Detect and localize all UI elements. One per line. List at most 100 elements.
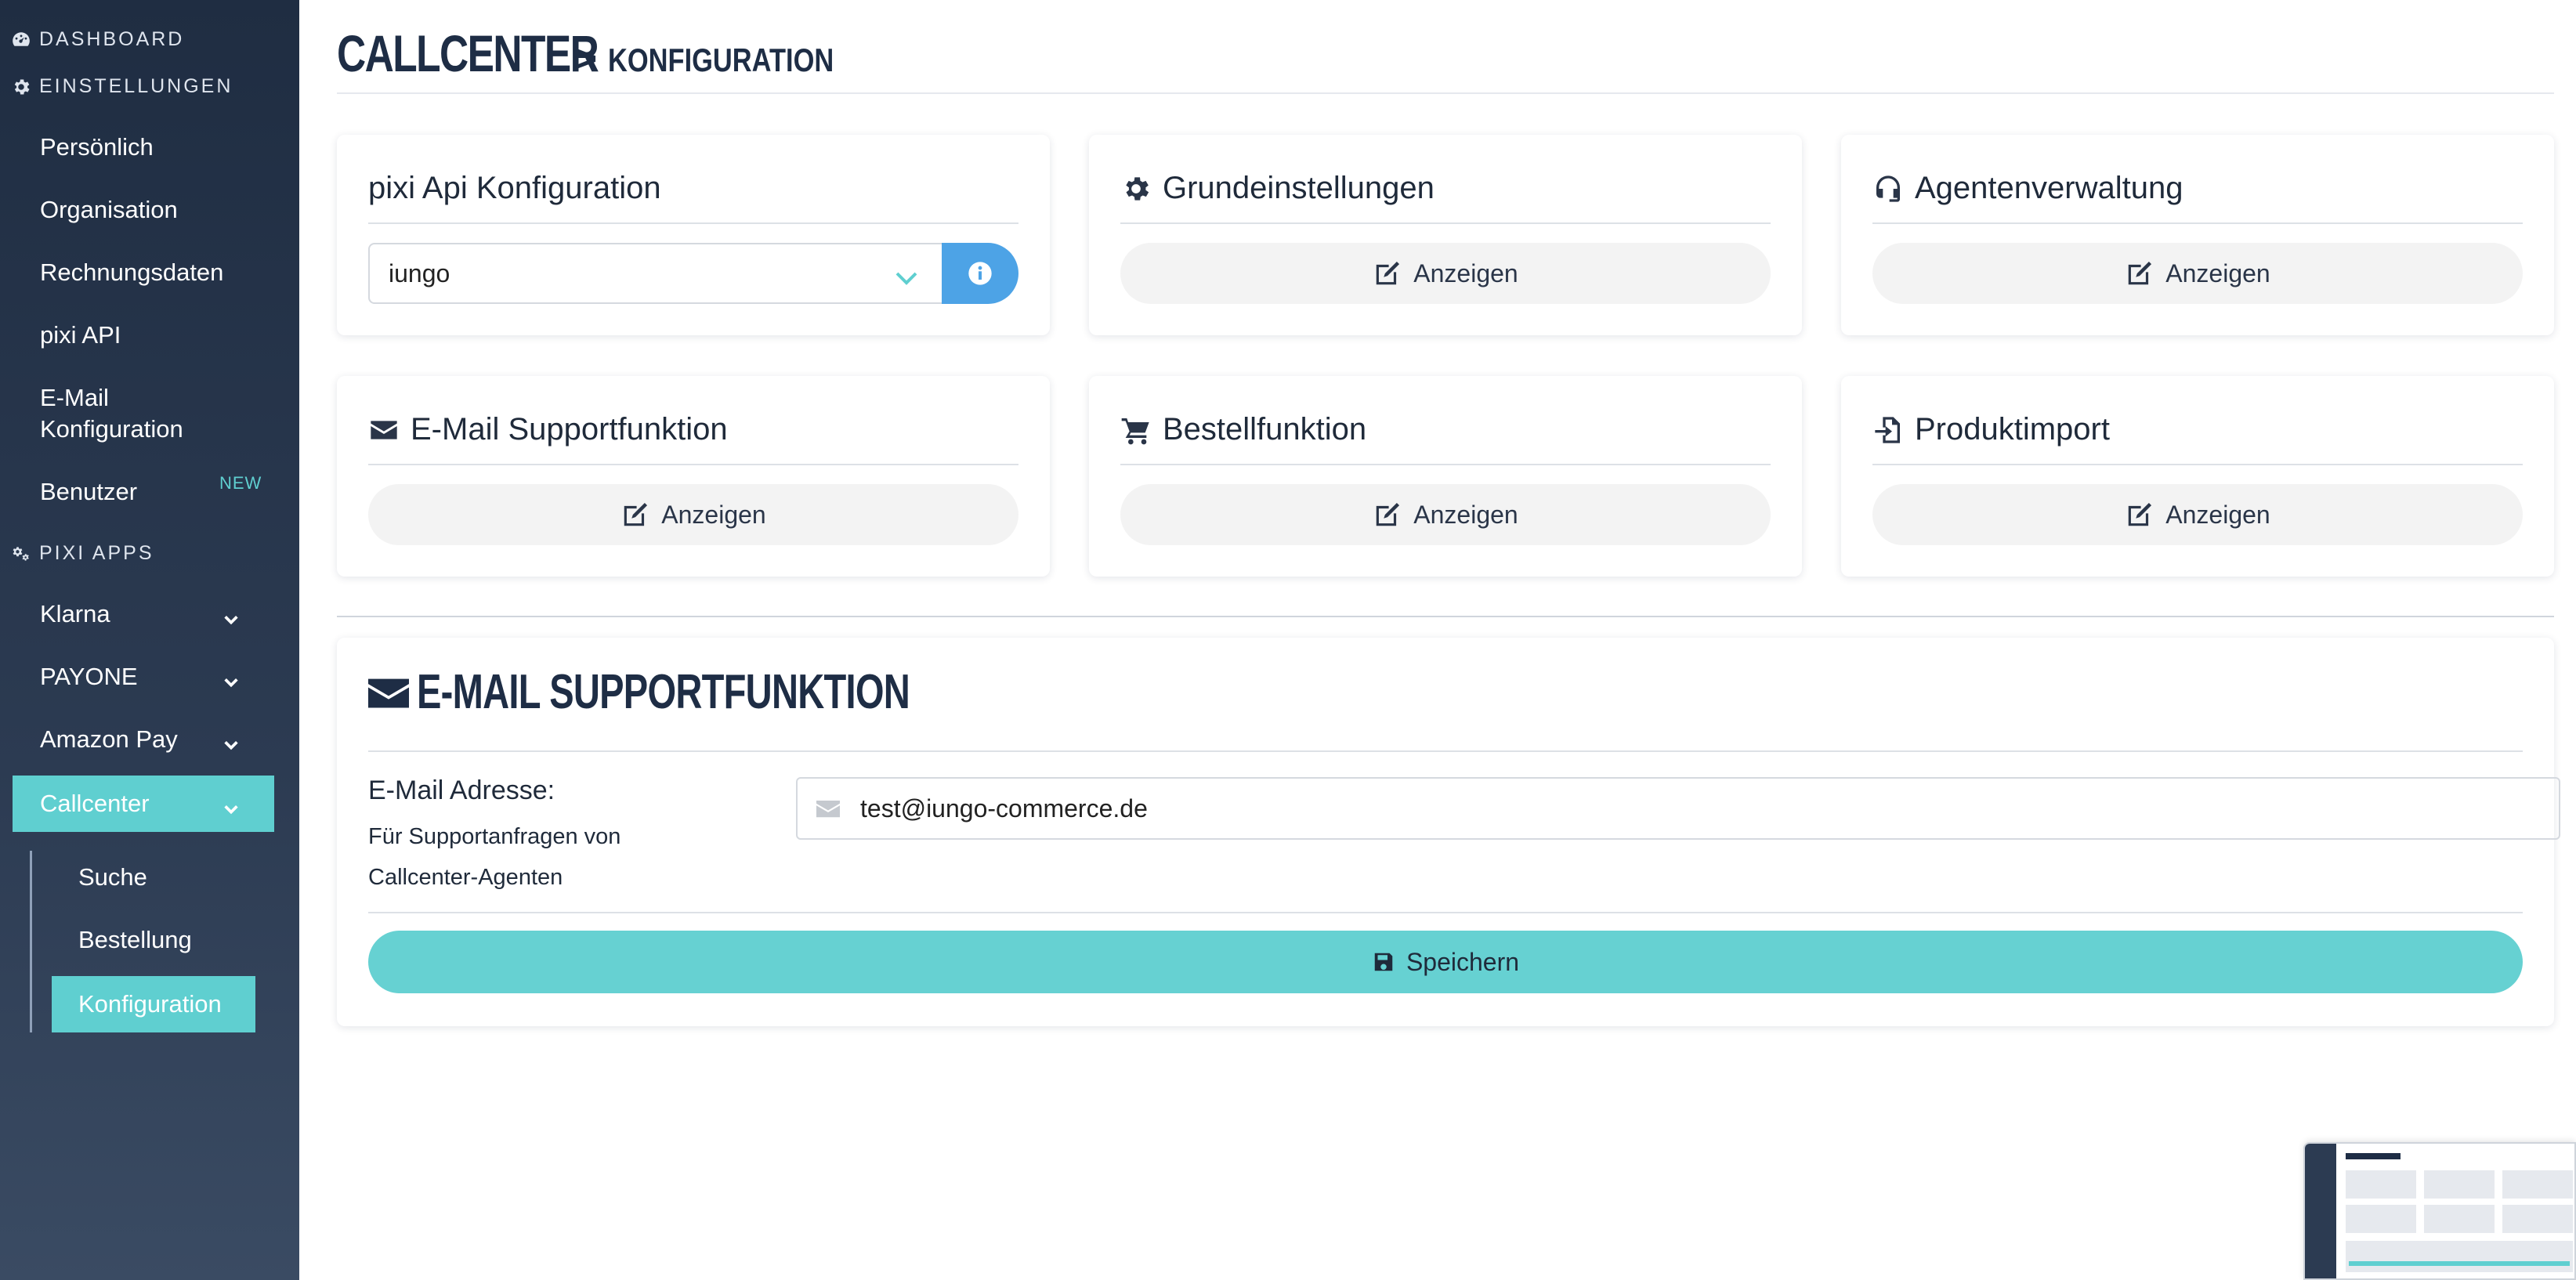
page-title: CALLCENTER > KONFIGURATION [337,24,884,83]
page-title-main: CALLCENTER [337,24,599,82]
show-produktimport-button[interactable]: Anzeigen [1872,484,2523,545]
headset-icon [1876,175,1900,202]
sidebar: DASHBOARD EINSTELLUNGEN Persönlich Organ… [0,0,299,1280]
api-select-group: iungo [368,243,1018,304]
email-field[interactable]: test@iungo-commerce.de [796,777,2560,840]
edit-icon [1377,261,1400,285]
sidebar-item-persoenlich[interactable]: Persönlich [40,133,154,161]
thumbnail-card [2424,1170,2495,1199]
sidebar-item-pixi-api[interactable]: pixi API [40,321,121,349]
card-title-text: Produktimport [1915,412,2110,447]
sidebar-subitem-suche[interactable]: Suche [78,863,147,891]
thumbnail-card [2502,1205,2573,1233]
button-label: Anzeigen [2165,500,2270,529]
card-produktimport: Produktimport Anzeigen [1841,376,2554,577]
chevron-down-icon [223,669,240,688]
gear-icon [14,78,30,95]
info-button[interactable] [942,243,1018,304]
main-content: CALLCENTER > KONFIGURATION pixi Api Konf… [299,0,2576,1280]
sidebar-app-klarna[interactable]: Klarna [13,586,274,642]
nav-dashboard[interactable]: DASHBOARD [11,28,184,51]
card-bestellfunktion: Bestellfunktion Anzeigen [1089,376,1802,577]
thumbnail-sidebar [2305,1144,2336,1278]
chevron-down-icon [223,606,240,625]
sidebar-app-label: Klarna [40,600,110,627]
email-label: E-Mail Adresse: [368,776,555,805]
chevron-down-icon [223,732,240,750]
edit-icon [1377,502,1400,526]
sidebar-item-organisation[interactable]: Organisation [40,196,178,224]
card-divider [368,464,1018,465]
card-title: Produktimport [1872,412,2110,447]
gears-icon [13,546,29,561]
file-import-icon [1875,416,1900,443]
button-label: Anzeigen [661,500,766,529]
sidebar-item-benutzer[interactable]: Benutzer [40,478,137,506]
sidebar-item-rechnungsdaten[interactable]: Rechnungsdaten [40,259,223,287]
sidebar-app-amazon-pay[interactable]: Amazon Pay [13,711,274,768]
new-badge: NEW [219,473,262,493]
nav-dashboard-label: DASHBOARD [39,28,185,50]
info-icon [968,262,992,285]
section-pixi-apps-label: PIXI APPS [39,542,154,564]
save-icon [1374,953,1393,971]
card-divider [1872,222,2523,224]
card-divider [1872,464,2523,465]
envelope-icon [371,420,397,439]
api-config-select-value: iungo [389,259,450,287]
card-title-text: E-Mail Supportfunktion [411,412,728,447]
thumbnail-card [2502,1170,2573,1199]
chevron-down-icon [895,265,918,294]
panel-divider [368,750,2523,752]
sidebar-subitem-konfiguration[interactable]: Konfiguration [52,976,255,1032]
submenu-line [30,851,32,1032]
section-einstellungen-label: EINSTELLUNGEN [39,75,233,97]
button-label: Anzeigen [1413,259,1518,287]
screenshot-thumbnail[interactable] [2303,1142,2576,1280]
edit-icon [2129,261,2152,285]
thumbnail-panel [2346,1241,2573,1272]
sidebar-subitem-bestellung[interactable]: Bestellung [78,926,192,954]
title-divider [337,92,2554,94]
card-title-text: Bestellfunktion [1163,412,1367,447]
sidebar-item-email-konfiguration[interactable]: E-Mail Konfiguration [40,382,220,445]
gear-icon [1126,176,1149,201]
section-einstellungen: EINSTELLUNGEN [11,75,233,98]
show-agentenverwaltung-button[interactable]: Anzeigen [1872,243,2523,304]
card-agentenverwaltung: Agentenverwaltung Anzeigen [1841,135,2554,335]
card-pixi-api: pixi Api Konfiguration iungo [337,135,1050,335]
thumbnail-card [2346,1205,2416,1233]
api-config-select[interactable]: iungo [368,243,942,304]
card-title: Agentenverwaltung [1872,171,2183,206]
sidebar-app-label: Callcenter [40,790,150,817]
show-bestellfunktion-button[interactable]: Anzeigen [1120,484,1771,545]
thumbnail-card [2424,1205,2495,1233]
thumbnail-title [2346,1153,2401,1159]
card-title-text: pixi Api Konfiguration [368,171,661,205]
card-title: Bestellfunktion [1120,412,1366,447]
sidebar-app-callcenter[interactable]: Callcenter [13,776,274,832]
card-title: Grundeinstellungen [1120,171,1435,206]
thumbnail-save [2349,1261,2570,1266]
email-support-panel: E-MAIL SUPPORTFUNKTION E-Mail Adresse: F… [337,638,2560,1026]
save-button[interactable]: Speichern [368,931,2523,993]
sidebar-app-payone[interactable]: PAYONE [13,649,274,705]
section-pixi-apps: PIXI APPS [11,542,154,565]
button-label: Anzeigen [1413,500,1518,529]
chevron-down-icon [223,796,240,815]
email-help-text: Für Supportanfragen von Callcenter-Agent… [368,824,621,890]
card-title: pixi Api Konfiguration [368,171,661,206]
envelope-icon [368,678,409,707]
show-grundeinstellungen-button[interactable]: Anzeigen [1120,243,1771,304]
cart-icon [1121,418,1149,444]
card-divider [368,222,1018,224]
thumbnail-card [2346,1170,2416,1199]
edit-icon [624,502,648,526]
section-divider [337,616,2554,617]
sidebar-app-label: Amazon Pay [40,725,178,753]
show-email-supportfunktion-button[interactable]: Anzeigen [368,484,1018,545]
dashboard-icon [13,31,30,46]
card-divider [1120,464,1771,465]
card-title-text: Agentenverwaltung [1915,171,2183,205]
card-email-supportfunktion: E-Mail Supportfunktion Anzeigen [337,376,1050,577]
